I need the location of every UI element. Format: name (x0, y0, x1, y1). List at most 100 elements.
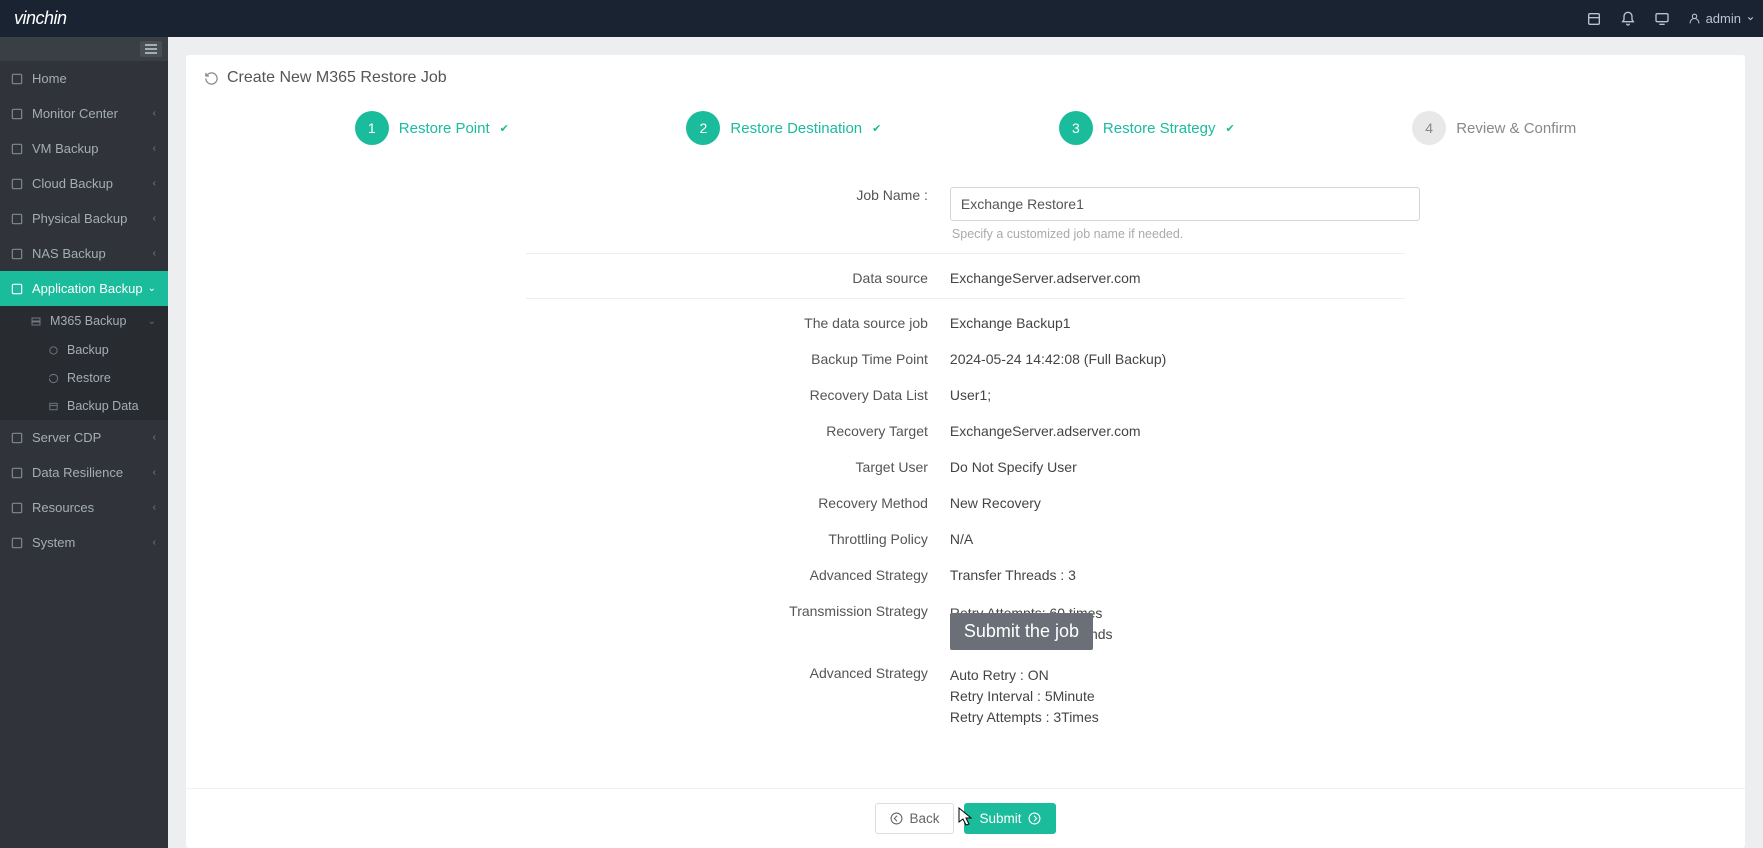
field-label: Throttling Policy (186, 527, 950, 547)
review-row: Advanced StrategyTransfer Threads : 3 (186, 555, 1745, 591)
label-job-name: Job Name : (186, 183, 950, 203)
field-label: Target User (186, 455, 950, 475)
sidebar-item-cloud-backup[interactable]: Cloud Backup‹ (0, 166, 168, 201)
step-1[interactable]: 1 Restore Point ✔ (355, 111, 509, 145)
field-value: Transfer Threads : 3 (950, 563, 1745, 583)
check-icon: ✔ (1225, 122, 1234, 135)
field-value: New Recovery (950, 491, 1745, 511)
advanced-strategy-2-row: Advanced Strategy Auto Retry : ONRetry I… (186, 653, 1745, 736)
job-name-hint: Specify a customized job name if needed. (952, 227, 1745, 241)
review-row: Recovery MethodNew Recovery (186, 483, 1745, 519)
value-adv2: Auto Retry : ONRetry Interval : 5MinuteR… (950, 661, 1745, 728)
sidebar-item-home[interactable]: Home (0, 61, 168, 96)
review-row: The data source jobExchange Backup1 (186, 303, 1745, 339)
field-value: Do Not Specify User (950, 455, 1745, 475)
job-name-row: Job Name : Specify a customized job name… (186, 175, 1745, 249)
sidebar-item-application-backup[interactable]: Application Backup⌄ (0, 271, 168, 306)
field-label: Recovery Method (186, 491, 950, 511)
form-area: Job Name : Specify a customized job name… (186, 165, 1745, 788)
review-row: Recovery TargetExchangeServer.adserver.c… (186, 411, 1745, 447)
step-2[interactable]: 2 Restore Destination ✔ (686, 111, 881, 145)
user-name: admin (1706, 11, 1741, 26)
chevron-left-icon: ‹ (153, 502, 156, 513)
label-transmission: Transmission Strategy (186, 599, 950, 619)
main-area: Create New M365 Restore Job 1 Restore Poi… (168, 37, 1763, 848)
label-adv2: Advanced Strategy (186, 661, 950, 681)
sidebar-item-data-resilience[interactable]: Data Resilience‹ (0, 455, 168, 490)
field-label: The data source job (186, 311, 950, 331)
sidebar-toggle-row (0, 37, 168, 61)
value-transmission: Retry Attempts: 60 timesRetry Interval: … (950, 599, 1745, 645)
sidebar-item-physical-backup[interactable]: Physical Backup‹ (0, 201, 168, 236)
chevron-left-icon: ‹ (153, 108, 156, 119)
sidebar-item-nas-backup[interactable]: NAS Backup‹ (0, 236, 168, 271)
chevron-down-icon: ⌄ (148, 283, 156, 294)
step-label: Restore Strategy (1103, 120, 1216, 137)
step-3[interactable]: 3 Restore Strategy ✔ (1059, 111, 1235, 145)
chevron-left-icon: ‹ (153, 248, 156, 259)
field-label: Recovery Target (186, 419, 950, 439)
review-row: Recovery Data ListUser1; (186, 375, 1745, 411)
app-header: vinchin admin (0, 0, 1763, 37)
review-row: Data sourceExchangeServer.adserver.com (186, 258, 1745, 294)
job-name-input[interactable] (950, 187, 1420, 221)
sidebar-item-server-cdp[interactable]: Server CDP‹ (0, 420, 168, 455)
sidebar-subsub-backup-data[interactable]: Backup Data (0, 392, 168, 420)
step-number: 2 (686, 111, 720, 145)
step-4[interactable]: 4 Review & Confirm (1412, 111, 1576, 145)
monitor-icon[interactable] (1654, 11, 1670, 27)
chevron-left-icon: ‹ (153, 467, 156, 478)
page-title-text: Create New M365 Restore Job (227, 69, 447, 87)
sidebar-subsub-backup[interactable]: Backup (0, 336, 168, 364)
review-row: Backup Time Point2024-05-24 14:42:08 (Fu… (186, 339, 1745, 375)
field-label: Backup Time Point (186, 347, 950, 367)
field-value: N/A (950, 527, 1745, 547)
step-number: 1 (355, 111, 389, 145)
sidebar-item-vm-backup[interactable]: VM Backup‹ (0, 131, 168, 166)
refresh-icon (204, 71, 219, 86)
submit-button[interactable]: Submit (964, 803, 1055, 834)
header-tools: admin (1586, 11, 1755, 27)
field-label: Recovery Data List (186, 383, 950, 403)
divider (526, 298, 1405, 299)
field-label: Data source (186, 266, 950, 286)
sidebar-sub-m365-backup[interactable]: M365 Backup⌄ (0, 306, 168, 336)
step-number: 3 (1059, 111, 1093, 145)
step-label: Review & Confirm (1456, 120, 1576, 137)
field-value: User1; (950, 383, 1745, 403)
content-card: Create New M365 Restore Job 1 Restore Poi… (186, 55, 1745, 848)
arrow-right-icon (1028, 812, 1041, 825)
check-icon: ✔ (872, 122, 881, 135)
sidebar-item-monitor-center[interactable]: Monitor Center‹ (0, 96, 168, 131)
chevron-down-icon: ⌄ (148, 316, 156, 327)
wizard-footer: Back Submit (186, 788, 1745, 848)
chevron-left-icon: ‹ (153, 213, 156, 224)
wizard-stepper: 1 Restore Point ✔ 2 Restore Destination ✔ 3 Res… (186, 101, 1745, 165)
field-value: ExchangeServer.adserver.com (950, 419, 1745, 439)
check-icon: ✔ (500, 122, 509, 135)
chevron-left-icon: ‹ (153, 432, 156, 443)
back-button[interactable]: Back (875, 803, 954, 834)
step-label: Restore Point (399, 120, 490, 137)
step-number: 4 (1412, 111, 1446, 145)
sidebar: HomeMonitor Center‹VM Backup‹Cloud Backu… (0, 37, 168, 848)
sidebar-subsub-restore[interactable]: Restore (0, 364, 168, 392)
page-title: Create New M365 Restore Job (186, 55, 1745, 101)
field-value: ExchangeServer.adserver.com (950, 266, 1745, 286)
brand-logo: vinchin (14, 8, 67, 29)
list-icon[interactable] (1586, 11, 1602, 27)
user-menu[interactable]: admin (1688, 11, 1755, 26)
chevron-left-icon: ‹ (153, 537, 156, 548)
sidebar-collapse-button[interactable] (140, 41, 162, 57)
field-label: Advanced Strategy (186, 563, 950, 583)
chevron-left-icon: ‹ (153, 143, 156, 154)
step-label: Restore Destination (730, 120, 862, 137)
bell-icon[interactable] (1620, 11, 1636, 27)
chevron-left-icon: ‹ (153, 178, 156, 189)
sidebar-item-system[interactable]: System‹ (0, 525, 168, 560)
review-row: Throttling PolicyN/A (186, 519, 1745, 555)
sidebar-item-resources[interactable]: Resources‹ (0, 490, 168, 525)
arrow-left-icon (890, 812, 903, 825)
user-icon (1688, 12, 1701, 25)
divider (526, 253, 1405, 254)
